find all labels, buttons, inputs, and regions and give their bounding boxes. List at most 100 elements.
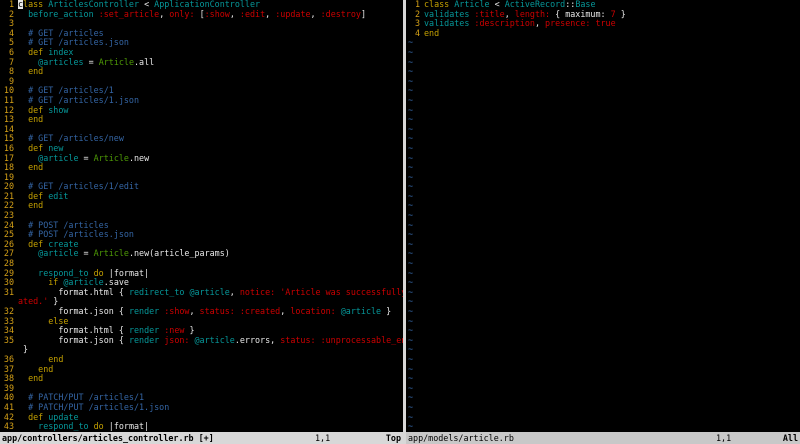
code-token: , (189, 306, 200, 316)
code-line[interactable]: 12 def show (0, 104, 403, 116)
code-token: :title (474, 8, 505, 19)
code-token: location: (290, 306, 341, 316)
code-line[interactable]: 18 end (0, 162, 403, 173)
code-line[interactable]: 37 end (0, 363, 403, 375)
empty-line-marker: ~ (408, 382, 414, 393)
code-token: Article (93, 248, 129, 259)
code-token: |format| (108, 421, 150, 432)
code-token: , (534, 18, 546, 29)
code-line[interactable]: 36 end (0, 353, 403, 365)
code-line[interactable]: 21 def edit (0, 191, 403, 202)
code-line[interactable]: 38 end (0, 373, 403, 384)
code-token: .new (128, 152, 150, 163)
code-token: true (595, 18, 616, 29)
left-editor-pane[interactable]: 1 class ArticlesController < ApplicationC… (0, 0, 403, 432)
empty-line-marker: ~ (408, 306, 414, 316)
empty-line-marker: ~ (408, 133, 414, 144)
code-token: end (424, 27, 440, 38)
code-token: } (18, 344, 29, 355)
code-token: if (18, 277, 64, 288)
code-token: format.html { (18, 286, 129, 297)
code-line[interactable]: 3 validates :description, presence: true (406, 18, 800, 29)
empty-line-marker: ~ (408, 411, 414, 422)
right-editor-pane[interactable]: 1 class Article < ActiveRecord::Base 2 vali… (406, 0, 800, 432)
code-token: before_action (18, 8, 99, 19)
right-scroll-indicator: All (782, 433, 798, 443)
code-token: |format| (108, 267, 150, 278)
code-token: def (18, 238, 49, 249)
code-token: redirect_to (128, 286, 190, 297)
code-token: @article (189, 286, 230, 297)
code-line[interactable]: 17 @article = Article.new (0, 152, 403, 164)
code-line[interactable]: 4 end (406, 27, 800, 39)
code-token: # GET /articles/1/edit (18, 181, 140, 192)
right-cursor-position: 1,1 (716, 433, 732, 443)
code-token: :update (275, 8, 311, 19)
code-token: :set_article (98, 8, 160, 19)
code-line[interactable]: 7 @articles = Article.all (0, 56, 403, 68)
code-token: # GET /articles/1.json (18, 94, 140, 105)
empty-line-marker: ~ (408, 325, 414, 336)
empty-line-marker: ~ (408, 344, 414, 355)
empty-line-marker: ~ (408, 114, 414, 125)
code-token: :edit (239, 8, 266, 19)
code-token: status: (280, 334, 321, 345)
code-line[interactable]: 27 @article = Article.new(article_params… (0, 249, 403, 259)
code-line[interactable]: 22 end (0, 201, 403, 211)
empty-line-marker: ~ (408, 363, 414, 374)
code-token: end (18, 66, 44, 77)
code-line[interactable]: 35 format.json { render json: @article.e… (0, 334, 403, 346)
code-token: def (18, 104, 49, 115)
code-token: def (18, 142, 49, 153)
code-token: do (93, 421, 109, 432)
empty-line-marker: ~ (408, 296, 414, 307)
empty-line-marker: ~ (408, 353, 414, 364)
code-token: = (78, 152, 94, 163)
code-token: # GET /articles (18, 27, 104, 38)
code-token: @article (18, 152, 79, 163)
empty-line-marker: ~ (408, 277, 414, 288)
code-token: update (48, 411, 79, 422)
code-token: end (18, 114, 44, 125)
code-token: .all (134, 56, 155, 67)
code-token: .save (103, 277, 129, 288)
left-cursor-position: 1,1 (315, 433, 331, 443)
code-token: # GET /articles/1 (18, 85, 114, 96)
empty-line-marker: ~ (408, 401, 414, 412)
code-token: render (128, 325, 165, 336)
code-token: # PATCH/PUT /articles/1.json (18, 401, 170, 412)
code-token: presence: (545, 18, 596, 29)
code-token: notice: (239, 286, 281, 297)
empty-line-marker: ~ (408, 171, 414, 182)
code-token: # GET /articles.json (18, 37, 129, 48)
code-line[interactable]: 13 end (0, 114, 403, 125)
empty-line-marker: ~ (408, 315, 414, 326)
code-line[interactable]: 31 format.html { redirect_to @article, n… (0, 286, 403, 298)
code-token: end (18, 353, 64, 364)
code-token: :created (239, 306, 281, 316)
code-token: , (229, 8, 240, 19)
empty-line-marker: ~ (408, 75, 414, 86)
code-line[interactable]: 2 before_action :set_article, only: [:sh… (0, 8, 403, 20)
code-token: format.json { (18, 334, 129, 345)
code-token: :unprocessable_entity (320, 334, 403, 345)
empty-line-marker: ~ (408, 152, 414, 163)
empty-line-marker: ~ (408, 210, 414, 221)
empty-line-marker: ~ (408, 286, 414, 297)
code-token: only: (169, 8, 200, 19)
code-token: @article (194, 334, 235, 345)
empty-line-marker: ~ (408, 219, 414, 230)
code-token: create (48, 238, 79, 249)
code-token: render (128, 306, 165, 316)
code-token: { (555, 8, 566, 19)
code-token: end (18, 363, 54, 374)
code-token: } (615, 8, 626, 19)
code-token: ] (360, 8, 367, 19)
code-line[interactable]: 8 end (0, 66, 403, 77)
code-token: :show (164, 306, 190, 316)
code-token: else (18, 315, 69, 326)
code-token: :destroy (320, 8, 361, 19)
code-token: end (18, 200, 44, 211)
code-token: 'Article was successfully cre (280, 286, 403, 297)
code-token: :description (474, 18, 535, 29)
